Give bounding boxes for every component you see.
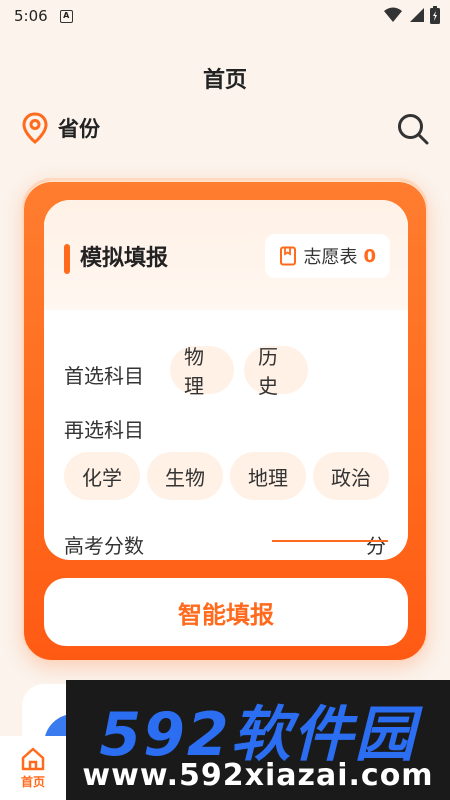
status-time: 5:06 — [14, 7, 48, 25]
page-title: 首页 — [202, 68, 247, 93]
signal-icon — [410, 8, 424, 22]
watermark-overlay: 592软件园 www.592xiazai.com — [66, 680, 450, 800]
search-icon — [398, 114, 429, 145]
score-label: 高考分数 — [64, 534, 144, 558]
wish-list-button[interactable]: 志愿表 0 — [265, 234, 390, 278]
simulate-form: 模拟填报 志愿表 0 首选科目 物理 历史 再选科目 化学 生物 地理 政治 高… — [44, 200, 408, 560]
subject-chip-politics[interactable]: 政治 — [313, 452, 389, 500]
province-label: 省份 — [58, 117, 100, 141]
score-unit: 分 — [366, 534, 386, 558]
book-icon — [280, 246, 297, 266]
title-accent-bar — [64, 244, 70, 274]
home-icon — [21, 747, 45, 770]
subject-chip-physics[interactable]: 物理 — [170, 345, 234, 398]
battery-icon — [430, 6, 440, 24]
tab-home[interactable]: 首页 — [0, 736, 66, 800]
province-selector[interactable]: 省份 — [22, 112, 100, 144]
wish-list-count: 0 — [363, 245, 376, 267]
first-subject-label: 首选科目 — [64, 364, 144, 388]
subject-chip-chemistry[interactable]: 化学 — [64, 452, 140, 500]
simulate-title: 模拟填报 — [80, 246, 169, 271]
score-input[interactable] — [272, 540, 388, 542]
subject-chip-biology[interactable]: 生物 — [147, 452, 223, 500]
search-button[interactable] — [396, 112, 430, 146]
notification-badge: A — [59, 9, 73, 23]
status-bar: 5:06 A — [0, 0, 450, 32]
status-icons — [384, 6, 440, 24]
watermark-url: www.592xiazai.com — [82, 758, 434, 793]
simulate-card: 模拟填报 志愿表 0 首选科目 物理 历史 再选科目 化学 生物 地理 政治 高… — [22, 178, 428, 662]
wish-list-label: 志愿表 — [303, 247, 358, 268]
tab-home-label: 首页 — [20, 774, 45, 789]
subject-chip-geography[interactable]: 地理 — [230, 452, 306, 500]
second-subject-label: 再选科目 — [64, 418, 144, 442]
smart-fill-button[interactable]: 智能填报 — [44, 578, 408, 646]
location-pin-icon — [22, 112, 48, 144]
subject-chip-history[interactable]: 历史 — [244, 345, 308, 398]
wifi-icon — [384, 7, 402, 22]
